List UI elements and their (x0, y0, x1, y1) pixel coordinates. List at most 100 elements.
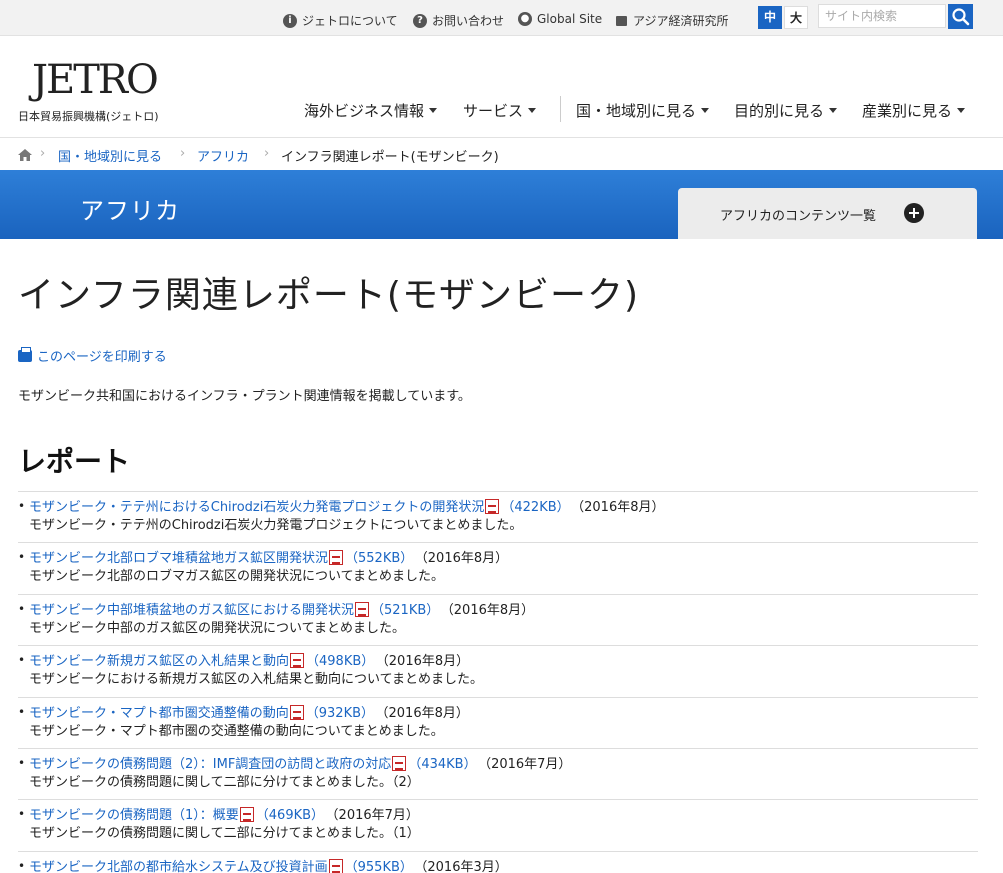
nav-label: 産業別に見る (862, 102, 953, 120)
pdf-icon (392, 755, 407, 771)
report-description: モザンビークの債務問題に関して二部に分けてまとめました。（2） (29, 774, 420, 790)
report-size[interactable]: （422KB） (501, 500, 569, 515)
report-title-link[interactable]: モザンビーク北部の都市給水システム及び投資計画 (29, 860, 328, 873)
page-title: インフラ関連レポート(モザンビーク) (18, 275, 640, 316)
about-jetro-label: ジェトロについて (302, 14, 398, 28)
report-size[interactable]: （521KB） (371, 603, 439, 618)
report-date: （2016年7月） (484, 756, 572, 772)
pdf-icon (355, 601, 370, 617)
pdf-icon (290, 653, 305, 669)
building-icon (616, 15, 627, 26)
pdf-icon (329, 550, 344, 566)
report-description: モザンビーク・マプト都市圏の交通整備の動向についてまとめました。 (29, 723, 444, 739)
report-date: （2016年8月） (447, 602, 535, 618)
region-title: アフリカ (80, 197, 180, 225)
site-search-input[interactable] (818, 4, 946, 28)
report-size[interactable]: （469KB） (256, 808, 324, 823)
section-heading-reports: レポート (18, 445, 131, 478)
breadcrumb: › 国・地域別に見る › アフリカ › インフラ関連レポート(モザンビーク) (0, 137, 1003, 170)
report-title-link[interactable]: モザンビーク・テテ州におけるChirodzi石炭火力発電プロジェクトの開発状況 (29, 500, 484, 515)
report-item: モザンビークの債務問題（2）：IMF調査団の訪問と政府の対応 （434KB） （20… (18, 747, 978, 799)
report-description: モザンビークにおける新規ガス鉱区の入札結果と動向についてまとめました。 (29, 672, 483, 688)
home-icon[interactable] (18, 149, 32, 161)
report-description: モザンビークの債務問題に関して二部に分けてまとめました。（1） (29, 826, 420, 842)
nav-label: サービス (463, 102, 524, 120)
report-date: （2016年7月） (332, 808, 419, 824)
caret-down-icon (957, 108, 966, 113)
search-icon (952, 8, 970, 26)
caret-down-icon (829, 108, 838, 113)
ide-jetro-link[interactable]: アジア経済研究所 (616, 12, 729, 29)
nav-label: 国・地域別に見る (576, 102, 697, 120)
nav-by-purpose[interactable]: 目的別に見る (734, 100, 838, 121)
nav-by-country-region[interactable]: 国・地域別に見る (576, 100, 710, 121)
caret-down-icon (701, 108, 710, 113)
report-date: （2016年8月） (382, 654, 470, 670)
breadcrumb-separator-icon: › (180, 146, 186, 161)
breadcrumb-separator-icon: › (40, 146, 46, 161)
nav-label: 目的別に見る (734, 102, 825, 120)
report-description: モザンビーク北部のロブマガス鉱区の開発状況についてまとめました。 (29, 569, 444, 585)
report-title-link[interactable]: モザンビークの債務問題（1）：概要 (29, 808, 239, 823)
nav-divider (560, 96, 561, 122)
intro-text: モザンビーク共和国におけるインフラ・プラント関連情報を掲載しています。 (18, 389, 471, 404)
global-site-label: Global Site (537, 12, 603, 26)
nav-services[interactable]: サービス (463, 100, 537, 121)
report-item: モザンビーク新規ガス鉱区の入札結果と動向 （498KB） （2016年8月） モザン… (18, 645, 978, 696)
report-description: モザンビーク・テテ州のChirodzi石炭火力発電プロジェクトについてまとめまし… (29, 518, 523, 533)
report-description: モザンビーク中部のガス鉱区の開発状況についてまとめました。 (29, 620, 405, 636)
report-item: モザンビークの債務問題（1）：概要 （469KB） （2016年7月） モザンビーク… (18, 799, 978, 850)
report-size[interactable]: （932KB） (306, 706, 374, 721)
breadcrumb-current: インフラ関連レポート(モザンビーク) (281, 150, 499, 165)
report-title-link[interactable]: モザンビーク新規ガス鉱区の入札結果と動向 (29, 654, 289, 669)
nav-overseas-business-info[interactable]: 海外ビジネス情報 (304, 100, 438, 121)
report-item: モザンビーク・テテ州におけるChirodzi石炭火力発電プロジェクトの開発状況 （… (18, 491, 978, 542)
plus-circle-icon (904, 203, 924, 223)
global-site-link[interactable]: ● Global Site (518, 12, 602, 26)
utility-bar: i ジェトロについて ? お問い合わせ ● Global Site アジア経済研… (0, 0, 1003, 36)
question-icon: ? (413, 13, 427, 28)
font-size-medium-button[interactable]: 中 (758, 6, 782, 29)
info-icon: i (283, 13, 297, 28)
report-size[interactable]: （552KB） (345, 551, 413, 566)
report-date: （2016年8月） (421, 551, 509, 567)
contact-link[interactable]: ? お問い合わせ (413, 12, 504, 29)
globe-icon: ● (518, 12, 532, 26)
report-size[interactable]: （498KB） (306, 654, 374, 669)
report-list: モザンビーク・テテ州におけるChirodzi石炭火力発電プロジェクトの開発状況 （… (18, 491, 978, 873)
report-item: モザンビーク中部堆積盆地のガス鉱区における開発状況 （521KB） （2016年8月… (18, 593, 978, 645)
search-button[interactable] (948, 4, 973, 29)
caret-down-icon (429, 108, 438, 113)
report-size[interactable]: （955KB） (345, 860, 413, 873)
pdf-icon (328, 858, 343, 873)
breadcrumb-separator-icon: › (264, 146, 270, 161)
report-title-link[interactable]: モザンビーク中部堆積盆地のガス鉱区における開発状況 (29, 603, 354, 618)
ide-jetro-label: アジア経済研究所 (633, 14, 729, 28)
printer-icon (18, 346, 32, 362)
nav-by-industry[interactable]: 産業別に見る (862, 100, 966, 121)
print-page-label: このページを印刷する (37, 350, 167, 365)
caret-down-icon (528, 108, 537, 113)
pdf-icon (289, 704, 304, 720)
report-title-link[interactable]: モザンビーク北部ロブマ堆積盆地ガス鉱区開発状況 (29, 551, 328, 566)
pdf-icon (239, 807, 254, 823)
jetro-logo[interactable]: JETRO (32, 58, 159, 102)
report-item: モザンビーク北部の都市給水システム及び投資計画 （955KB） （2016年3月） (18, 850, 978, 873)
contact-label: お問い合わせ (432, 14, 505, 28)
pdf-icon (485, 499, 500, 514)
report-title-link[interactable]: モザンビーク・マプト都市圏交通整備の動向 (29, 706, 289, 721)
print-page-link[interactable]: このページを印刷する (18, 346, 167, 365)
report-item: モザンビーク北部ロブマ堆積盆地ガス鉱区開発状況（552KB）（2016年8月） … (18, 542, 978, 593)
font-size-large-button[interactable]: 大 (784, 6, 808, 29)
jetro-logo-subtitle: 日本貿易振興機構(ジェトロ) (18, 110, 159, 123)
report-item: モザンビーク・マプト都市圏交通整備の動向 （932KB） （2016年8月） モザン… (18, 696, 978, 748)
report-title-link[interactable]: モザンビークの債務問題（2）：IMF調査団の訪問と政府の対応 (29, 757, 391, 772)
breadcrumb-africa[interactable]: アフリカ (197, 146, 249, 165)
region-contents-tab[interactable]: アフリカのコンテンツ一覧 (678, 188, 977, 239)
region-contents-label: アフリカのコンテンツ一覧 (720, 209, 877, 224)
report-date: （2016年8月） (577, 500, 665, 515)
breadcrumb-country-region[interactable]: 国・地域別に見る (58, 146, 162, 165)
about-jetro-link[interactable]: i ジェトロについて (283, 12, 398, 29)
report-size[interactable]: （434KB） (408, 757, 476, 772)
report-date: （2016年3月） (420, 859, 508, 873)
